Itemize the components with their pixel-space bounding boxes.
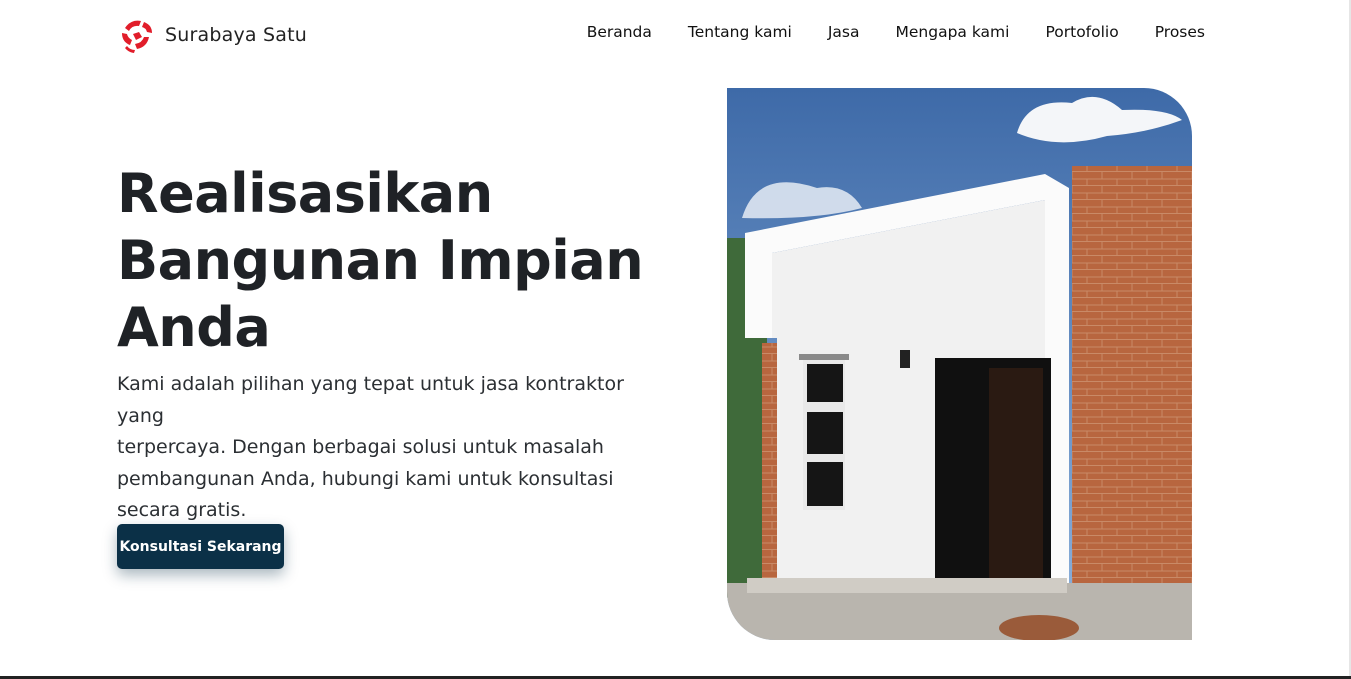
nav-link-beranda[interactable]: Beranda: [587, 23, 652, 41]
consultation-button[interactable]: Konsultasi Sekarang: [117, 524, 284, 569]
red-s-swirl-logo-icon: [122, 20, 152, 53]
brand-link[interactable]: Surabaya Satu: [117, 15, 307, 55]
nav-link-mengapa-kami[interactable]: Mengapa kami: [896, 23, 1010, 41]
brand-name: Surabaya Satu: [165, 24, 307, 46]
nav-link-portofolio[interactable]: Portofolio: [1045, 23, 1118, 41]
navbar: Surabaya Satu Beranda Tentang kami Jasa …: [0, 0, 1351, 68]
nav-link-jasa[interactable]: Jasa: [828, 23, 860, 41]
hero-description: Kami adalah pilihan yang tepat untuk jas…: [117, 369, 672, 527]
hero-description-line: secara gratis.: [117, 499, 247, 521]
house-photo-illustration: [727, 88, 1192, 640]
hero-description-line: terpercaya. Dengan berbagai solusi untuk…: [117, 436, 604, 458]
nav-menu: Beranda Tentang kami Jasa Mengapa kami P…: [551, 23, 1205, 42]
hero-description-line: Kami adalah pilihan yang tepat untuk jas…: [117, 373, 624, 427]
hero-title-line: Realisasikan: [117, 162, 493, 225]
nav-link-tentang-kami[interactable]: Tentang kami: [688, 23, 792, 41]
hero-description-line: pembangunan Anda, hubungi kami untuk kon…: [117, 467, 614, 490]
hero-title: Realisasikan Bangunan Impian Anda: [117, 160, 677, 361]
nav-link-proses[interactable]: Proses: [1155, 23, 1205, 41]
hero-title-line: Bangunan Impian: [117, 229, 644, 292]
hero-house-image: [727, 88, 1192, 640]
hero-title-line: Anda: [117, 296, 271, 359]
